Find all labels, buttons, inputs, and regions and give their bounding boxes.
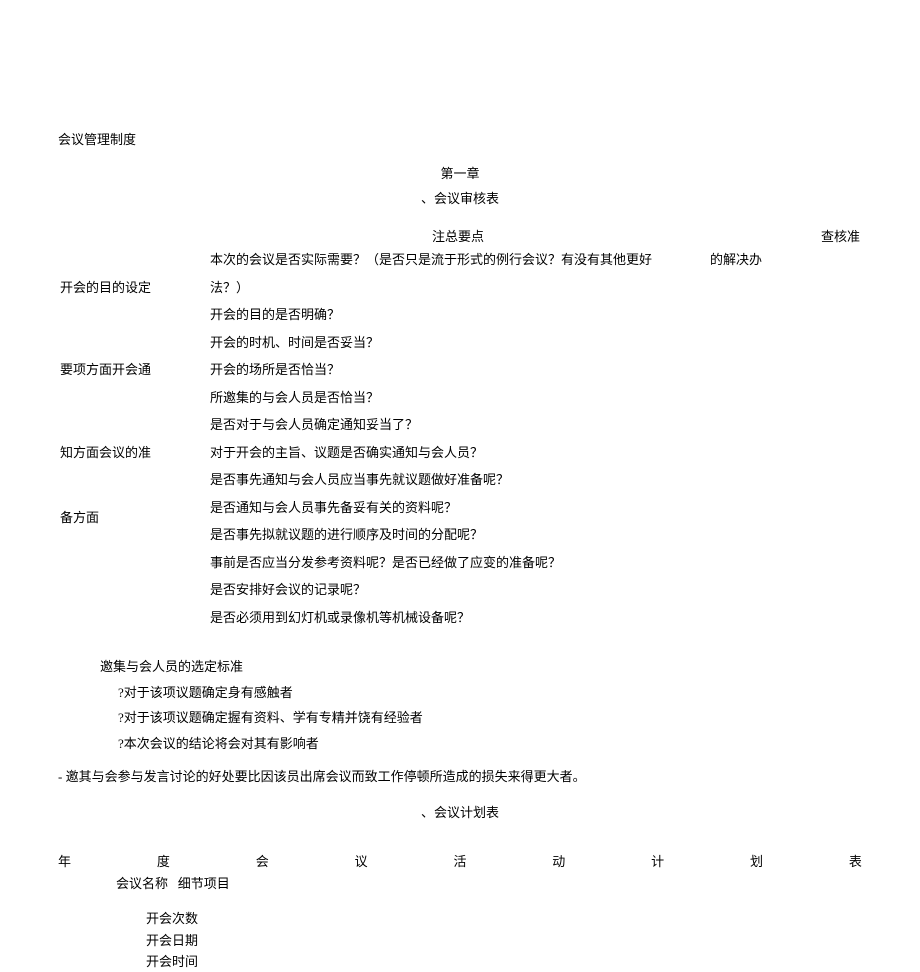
table-row: 知方面会议的准 是否对于与会人员确定通知妥当了？ (58, 411, 862, 439)
list-item: ?对于该项议题确定身有感触者 (118, 683, 862, 703)
check-item: 是否必须用到幻灯机或录像机等机械设备呢？ (208, 604, 818, 632)
check-item: 开会的场所是否恰当？ (208, 356, 818, 384)
plan-item: 开会次数 (146, 909, 862, 929)
table-row: 要项方面开会通 开会的时机、时间是否妥当？ (58, 329, 862, 357)
section-title-1: 、会议审核表 (58, 189, 862, 209)
final-note: - 邀其与会参与发言讨论的好处要比因该员出席会议而致工作停顿所造成的损失来得更大… (58, 767, 862, 787)
check-item: 所邀集的与会人员是否恰当？ (208, 384, 818, 412)
check-item: 是否通知与会人员事先备妥有关的资料呢？ (208, 494, 818, 522)
plan-header-row: 会议名称 细节项目 (116, 874, 862, 894)
document-title: 会议管理制度 (58, 130, 862, 150)
plan-col-a: 会议名称 (116, 876, 168, 891)
group-label: 要项方面开会通 (58, 329, 208, 412)
check-item: 是否事先通知与会人员应当事先就议题做好准备呢？ (208, 466, 818, 494)
chapter-title: 第一章 (58, 164, 862, 184)
check-item: 是否安排好会议的记录呢？ (208, 576, 818, 604)
list-item: ?对于该项议题确定握有资料、学有专精并饶有经验者 (118, 708, 862, 728)
header-mid: 注总要点 (208, 227, 708, 247)
plan-item: 开会日期 (146, 931, 862, 951)
group-label: 开会的目的设定 (58, 246, 208, 329)
spread-char: 议 (355, 852, 368, 872)
check-item: 开会的时机、时间是否妥当？ (208, 329, 818, 357)
spread-char: 表 (849, 852, 862, 872)
check-item: 法？） (208, 274, 818, 302)
check-item: 本次的会议是否实际需要？（是否只是流于形式的例行会议？有没有其他更好 (208, 246, 708, 274)
check-item: 事前是否应当分发参考资料呢？是否已经做了应变的准备呢？ (208, 549, 818, 577)
spread-char: 计 (651, 852, 664, 872)
table-row: 备方面 是否通知与会人员事先备妥有关的资料呢？ (58, 494, 862, 522)
document-page: 会议管理制度 第一章 、会议审核表 注总要点 查核准 开会的目的设定 本次的会议… (0, 0, 920, 949)
plan-col-b: 细节项目 (178, 876, 230, 891)
plan-table-title: 年 度 会 议 活 动 计 划 表 (58, 852, 862, 872)
review-table: 注总要点 查核准 开会的目的设定 本次的会议是否实际需要？（是否只是流于形式的例… (58, 227, 862, 632)
group-label: 知方面会议的准 (58, 411, 208, 494)
section-title-2: 、会议计划表 (58, 803, 862, 823)
check-item: 开会的目的是否明确？ (208, 301, 818, 329)
spread-char: 活 (453, 852, 466, 872)
plan-item: 开会时间 (146, 952, 862, 972)
header-right: 查核准 (818, 227, 862, 247)
spread-char: 动 (552, 852, 565, 872)
table-header-row: 注总要点 查核准 (58, 227, 862, 247)
spread-char: 年 (58, 852, 71, 872)
check-item: 是否对于与会人员确定通知妥当了？ (208, 411, 818, 439)
spread-char: 会 (256, 852, 269, 872)
spread-char: 划 (750, 852, 763, 872)
group-label: 备方面 (58, 494, 208, 632)
check-item: 对于开会的主旨、议题是否确实通知与会人员？ (208, 439, 818, 467)
check-item-ext: 的解决办 (708, 246, 818, 274)
table-row: 开会的目的设定 本次的会议是否实际需要？（是否只是流于形式的例行会议？有没有其他… (58, 246, 862, 274)
list-item: ?本次会议的结论将会对其有影响者 (118, 734, 862, 754)
subsection-title: 邀集与会人员的选定标准 (100, 657, 862, 677)
spread-char: 度 (157, 852, 170, 872)
check-item: 是否事先拟就议题的进行顺序及时间的分配呢？ (208, 521, 818, 549)
